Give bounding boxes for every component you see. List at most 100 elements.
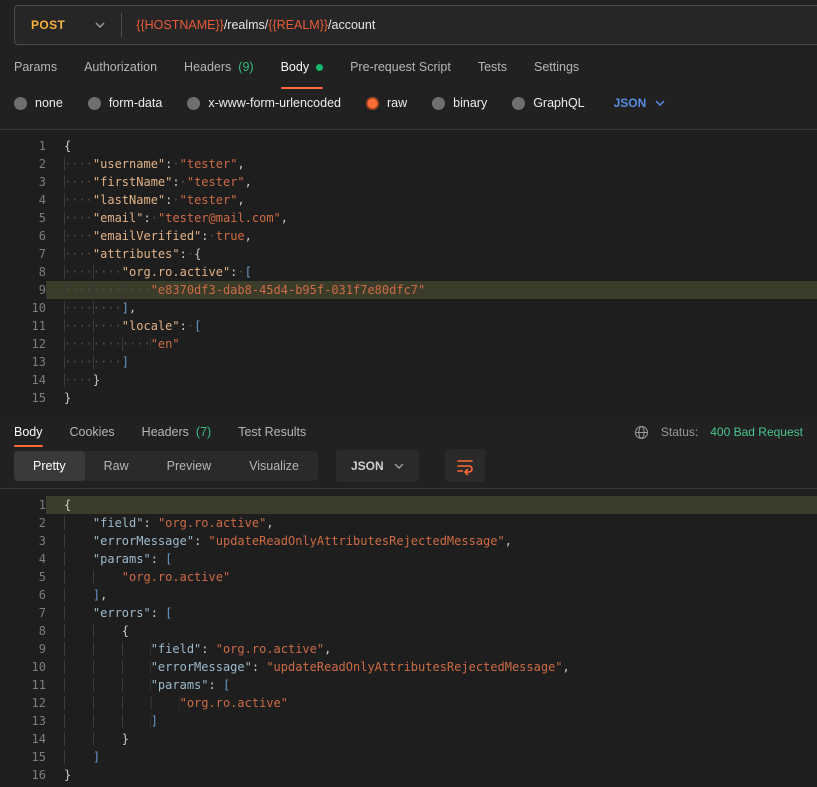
view-tab-preview[interactable]: Preview [148, 451, 230, 481]
code-row: 15 ] [0, 748, 817, 766]
code-row: 13········] [0, 353, 817, 371]
tab-headers[interactable]: Headers(7) [142, 417, 212, 447]
body-type-radio-none[interactable]: none [14, 96, 63, 110]
body-type-radio-x-www-form-urlencoded[interactable]: x-www-form-urlencoded [187, 96, 341, 110]
status-value: 400 Bad Request [710, 425, 803, 439]
body-type-radio-graphql[interactable]: GraphQL [512, 96, 584, 110]
code-token [64, 750, 93, 764]
code-row: 9············"e8370df3-dab8-45d4-b95f-03… [0, 281, 817, 299]
view-tab-visualize[interactable]: Visualize [230, 451, 318, 481]
code-row: 4····"lastName":·"tester", [0, 191, 817, 209]
request-language-label: JSON [614, 96, 647, 110]
code-token: · [172, 193, 179, 207]
response-body-viewer[interactable]: 1{2 "field": "org.ro.active",3 "errorMes… [0, 488, 817, 787]
request-tabs: Params Authorization Headers(9) Body Pre-req… [0, 45, 817, 89]
code-token: "org.ro.active" [122, 265, 230, 279]
code-token: , [505, 534, 512, 548]
tab-settings[interactable]: Settings [534, 45, 579, 89]
tab-headers[interactable]: Headers(9) [184, 45, 254, 89]
tab-test-results[interactable]: Test Results [238, 417, 306, 447]
view-tab-raw[interactable]: Raw [85, 451, 148, 481]
method-dropdown[interactable]: POST [15, 6, 121, 44]
code-token: [ [245, 265, 252, 279]
code-token: , [237, 193, 244, 207]
code-line: } [46, 389, 817, 407]
tab-body[interactable]: Body [281, 45, 324, 89]
line-number: 7 [0, 604, 46, 622]
request-body-editor[interactable]: 1{2····"username":·"tester",3····"firstN… [0, 129, 817, 417]
code-token: "updateReadOnlyAttributesRejectedMessage… [266, 660, 562, 674]
code-token [64, 534, 93, 548]
code-token: ········ [64, 319, 122, 333]
code-row: 5····"email":·"tester@mail.com", [0, 209, 817, 227]
view-tab-pretty[interactable]: Pretty [14, 451, 85, 481]
body-type-radio-form-data[interactable]: form-data [88, 96, 163, 110]
code-token: "tester" [180, 157, 238, 171]
code-line: "org.ro.active" [46, 568, 817, 586]
radio-label: binary [453, 96, 487, 110]
code-token: } [122, 732, 129, 746]
tab-body[interactable]: Body [14, 417, 43, 447]
line-number: 14 [0, 730, 46, 748]
tab-label: Body [281, 60, 310, 74]
code-token: ] [122, 355, 129, 369]
tab-tests[interactable]: Tests [478, 45, 507, 89]
code-line: ] [46, 748, 817, 766]
line-number: 2 [0, 514, 46, 532]
url-input[interactable]: {{HOSTNAME}}/realms/{{REALM}}/account [136, 18, 375, 32]
response-language-dropdown[interactable]: JSON [336, 450, 419, 482]
line-number: 14 [0, 371, 46, 389]
response-tabs: Body Cookies Headers(7) Test Results Status:… [0, 417, 817, 447]
code-token: ········ [64, 265, 122, 279]
tab-params[interactable]: Params [14, 45, 57, 89]
line-number: 9 [0, 640, 46, 658]
code-token: , [324, 642, 331, 656]
tab-label: Headers [142, 425, 189, 439]
line-number: 6 [0, 227, 46, 245]
radio-unselected-icon [88, 97, 101, 110]
code-token: : [172, 175, 179, 189]
line-number: 12 [0, 694, 46, 712]
line-number: 10 [0, 658, 46, 676]
code-token: "org.ro.active" [122, 570, 230, 584]
tab-authorization[interactable]: Authorization [84, 45, 157, 89]
code-token [64, 678, 151, 692]
response-view-bar: PrettyRawPreviewVisualize JSON [0, 447, 817, 488]
code-line: ····"emailVerified":·true, [46, 227, 817, 245]
status-label: Status: [661, 425, 698, 439]
code-token: "en" [151, 337, 180, 351]
code-token: : [180, 247, 187, 261]
body-type-radio-binary[interactable]: binary [432, 96, 487, 110]
tab-label: Cookies [70, 425, 115, 439]
code-row: 11········"locale":·[ [0, 317, 817, 335]
code-token: "lastName" [93, 193, 165, 207]
tab-label: Settings [534, 60, 579, 74]
code-row: 11 "params": [ [0, 676, 817, 694]
method-label: POST [31, 18, 65, 32]
code-token: : [151, 552, 165, 566]
code-line: "params": [ [46, 676, 817, 694]
request-language-dropdown[interactable]: JSON [614, 96, 666, 110]
line-number: 11 [0, 676, 46, 694]
code-token: : [180, 319, 187, 333]
code-token: : [151, 606, 165, 620]
wrap-text-icon [455, 456, 475, 476]
code-token: : [143, 516, 157, 530]
code-token: "e8370df3-dab8-45d4-b95f-031f7e80dfc7" [151, 283, 426, 297]
url-segment: /realms/ [224, 18, 268, 32]
body-type-radio-raw[interactable]: raw [366, 96, 407, 110]
wrap-text-button[interactable] [445, 449, 485, 482]
code-token [64, 606, 93, 620]
code-token: "field" [151, 642, 202, 656]
code-line: "errorMessage": "updateReadOnlyAttribute… [46, 532, 817, 550]
code-line: ········"org.ro.active":·[ [46, 263, 817, 281]
line-number: 4 [0, 550, 46, 568]
code-row: 8········"org.ro.active":·[ [0, 263, 817, 281]
code-token [64, 642, 151, 656]
code-token: : [252, 660, 266, 674]
tab-cookies[interactable]: Cookies [70, 417, 115, 447]
code-line: ········], [46, 299, 817, 317]
code-row: 9 "field": "org.ro.active", [0, 640, 817, 658]
line-number: 5 [0, 209, 46, 227]
tab-pre-request-script[interactable]: Pre-request Script [350, 45, 451, 89]
